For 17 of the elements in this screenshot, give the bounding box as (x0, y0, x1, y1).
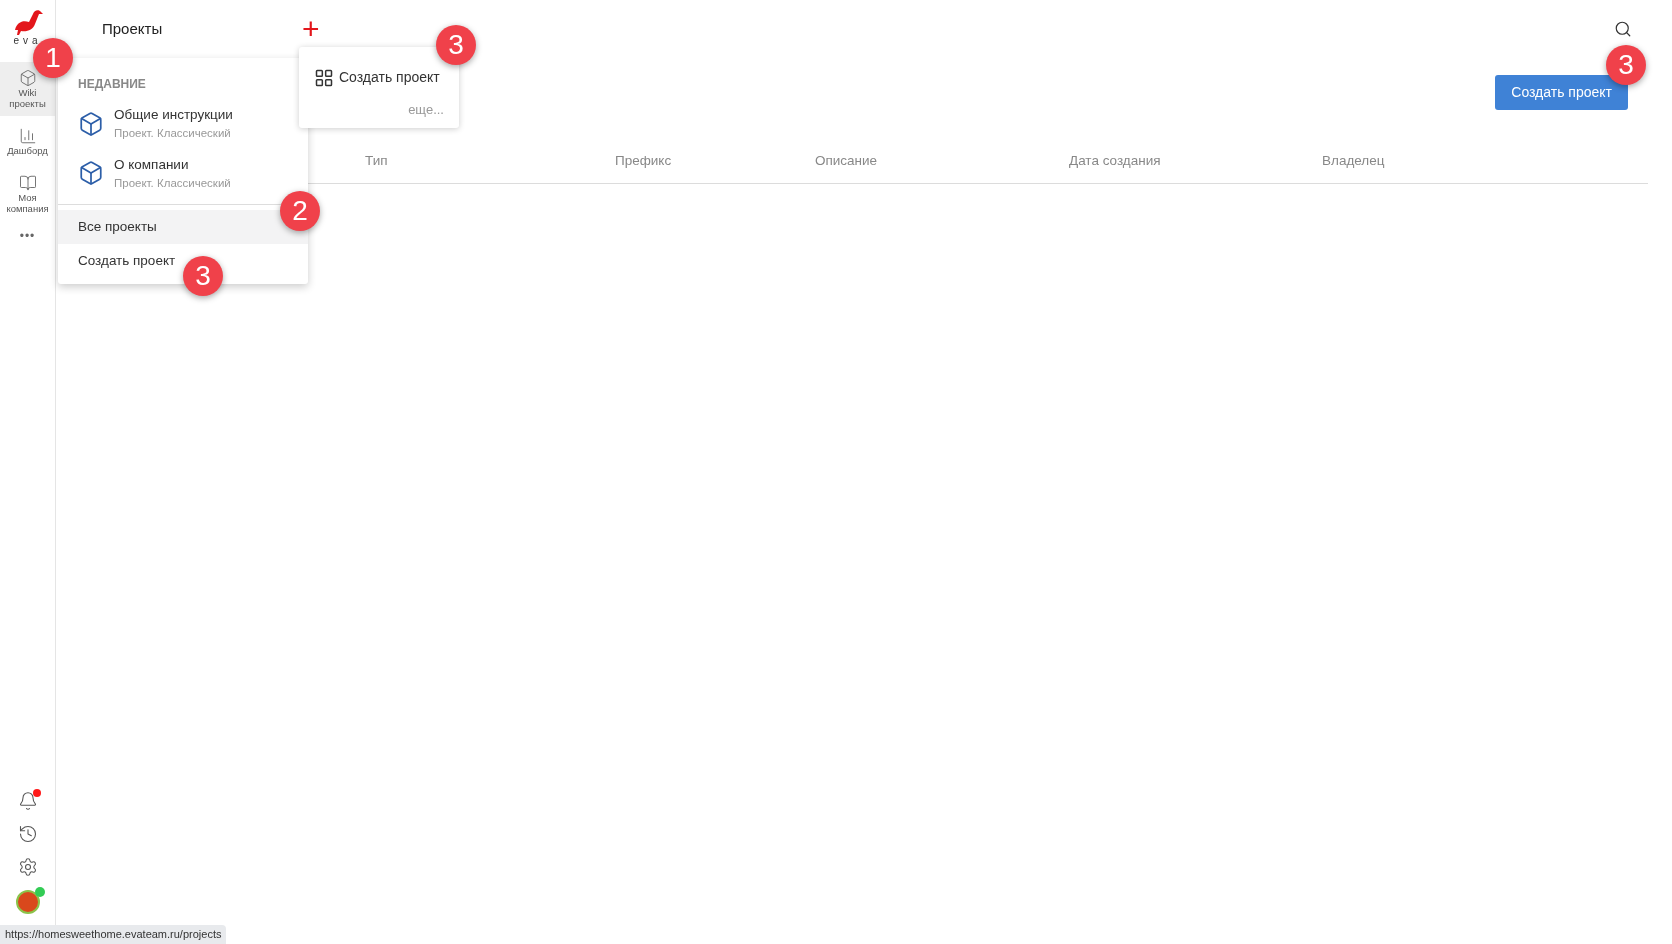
project-name: Общие инструкции (114, 106, 233, 124)
page-title: Проекты (102, 18, 164, 39)
logo-text: eva (13, 36, 42, 46)
status-bar-url: https://homesweethome.evateam.ru/projects (0, 925, 227, 944)
column-header: Описание (815, 152, 879, 171)
column-header: Тип (365, 152, 389, 171)
section-heading: НЕДАВНИЕ (77, 76, 147, 93)
column-header: Префикс (615, 152, 673, 171)
callout-tooltip: 3 (436, 25, 476, 65)
project-type: Проект. Классический (114, 126, 232, 142)
column-header: Владелец (1322, 152, 1386, 171)
project-type: Проект. Классический (114, 175, 231, 191)
project-name: О компании (114, 155, 190, 174)
callout-tooltip: 2 (280, 191, 320, 231)
callout-tooltip: 3 (1606, 45, 1646, 85)
column-header: Дата создания (1069, 152, 1162, 171)
callout-tooltip: 3 (183, 256, 223, 296)
